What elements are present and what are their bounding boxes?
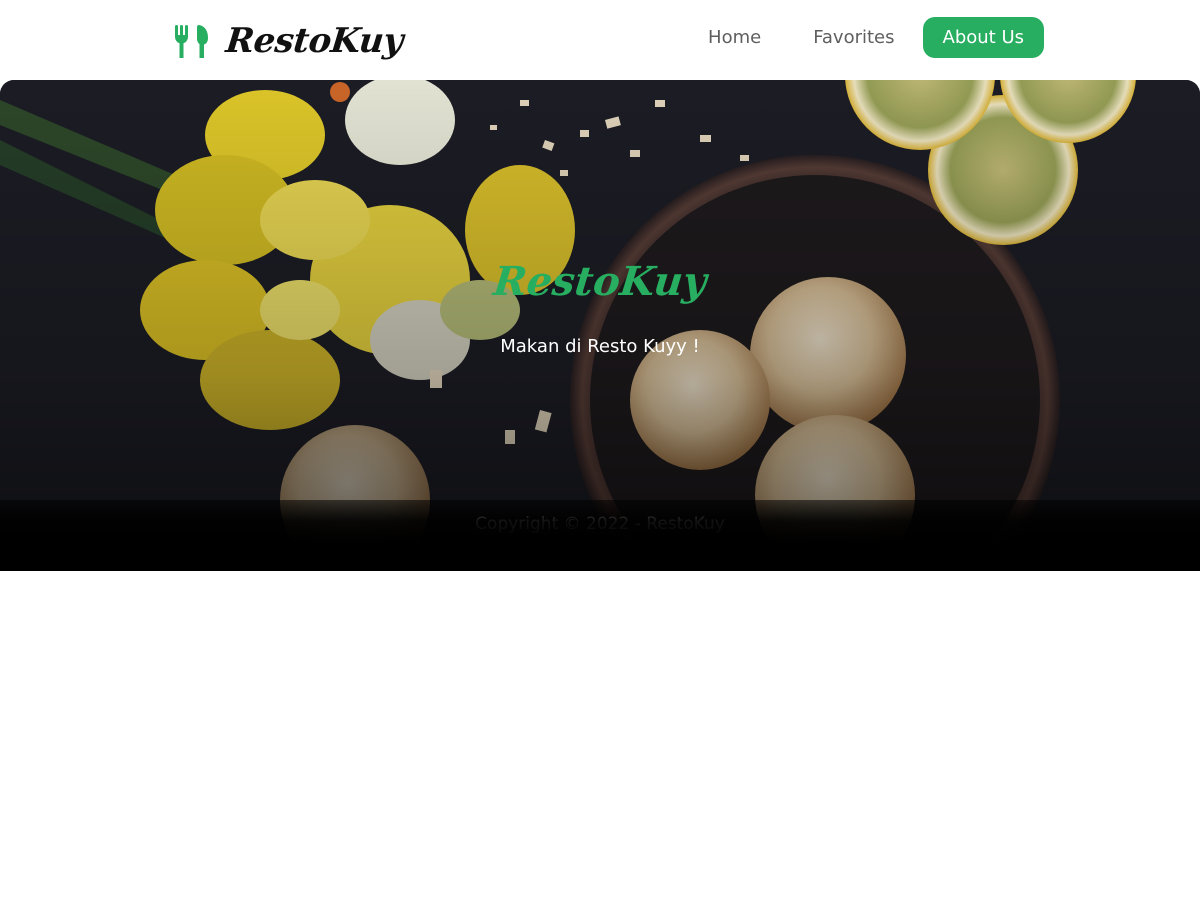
hero-subtitle: Makan di Resto Kuyy ! [500,336,700,357]
hero-banner: RestoKuy Makan di Resto Kuyy ! Copyright… [0,80,1200,571]
nav-home-link[interactable]: Home [682,17,787,58]
nav-links: Home Favorites About Us [682,17,1044,58]
nav-about-us-link[interactable]: About Us [922,17,1044,58]
brand[interactable]: RestoKuy [172,16,405,66]
fork-knife-icon [172,21,212,61]
navbar: RestoKuy Home Favorites About Us [0,0,1200,80]
hero-background-image [0,80,1200,571]
nav-favorites-link[interactable]: Favorites [787,17,920,58]
footer-copyright: Copyright © 2022 - RestoKuy [475,514,725,534]
brand-name: RestoKuy [223,21,405,61]
hero-title: RestoKuy [491,258,709,305]
